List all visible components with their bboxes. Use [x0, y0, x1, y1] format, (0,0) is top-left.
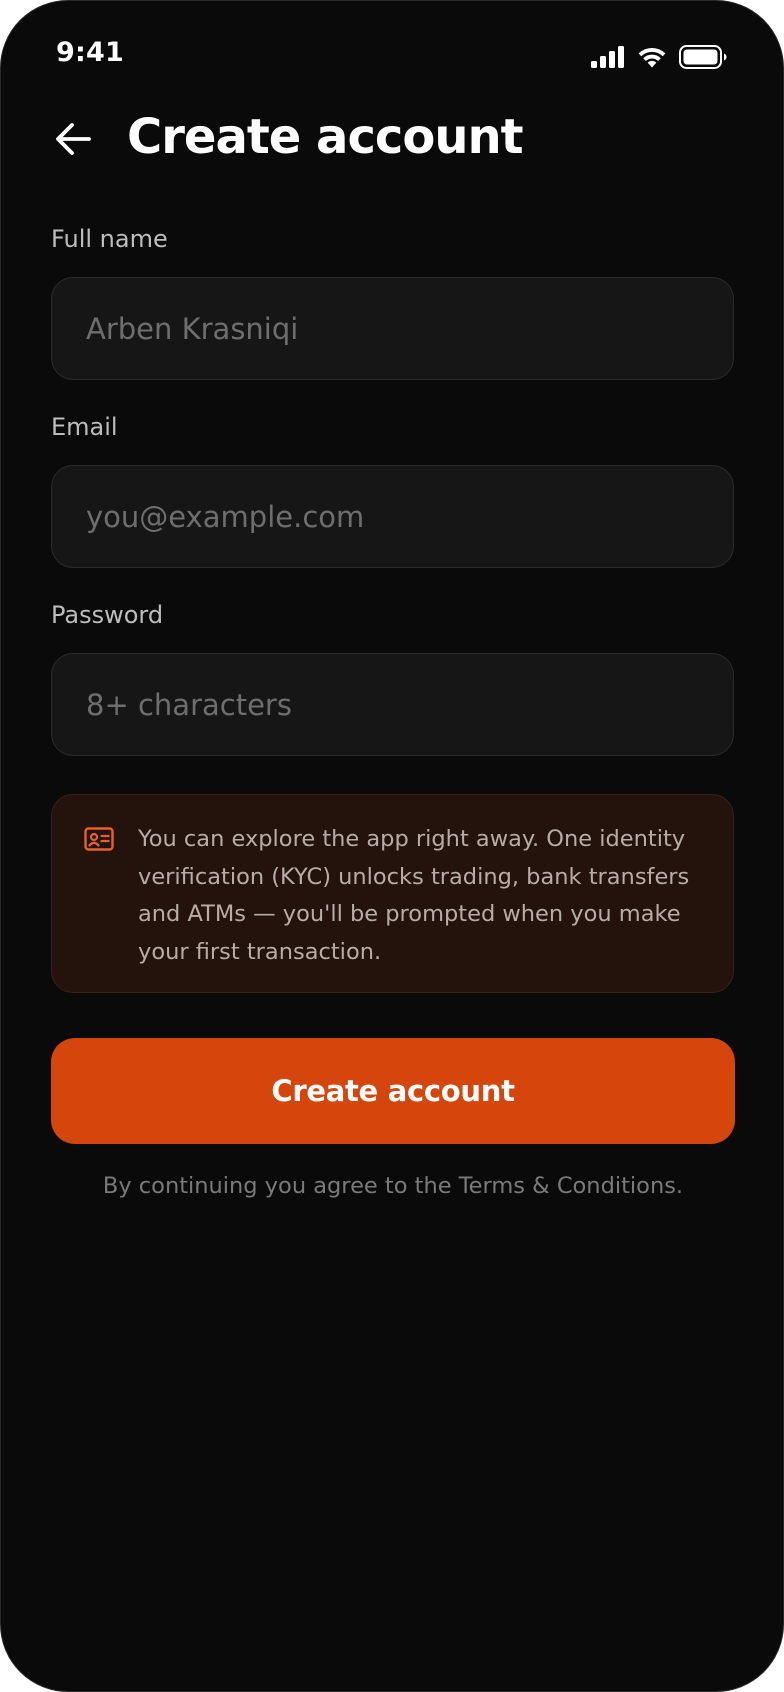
kyc-info-box: You can explore the app right away. One … [51, 794, 734, 993]
email-field[interactable] [51, 465, 734, 568]
header: Create account [1, 101, 783, 181]
full-name-label: Full name [51, 225, 168, 253]
status-time: 9:41 [56, 37, 124, 68]
terms-text: By continuing you agree to the Terms & C… [102, 1173, 684, 1199]
email-input[interactable] [52, 466, 733, 567]
back-button[interactable] [47, 115, 99, 167]
full-name-field[interactable] [51, 277, 734, 380]
full-name-input[interactable] [52, 278, 733, 379]
battery-icon [679, 45, 727, 69]
kyc-info-text: You can explore the app right away. One … [138, 826, 690, 965]
wifi-icon [637, 46, 667, 68]
page-title: Create account [127, 109, 524, 165]
status-icons [591, 43, 727, 71]
password-label: Password [51, 601, 164, 629]
phone-screen: 9:41 Create account Full name Arben Kras… [0, 0, 784, 1692]
password-field[interactable] [51, 653, 734, 756]
id-card-icon [84, 827, 114, 853]
arrow-left-icon [54, 121, 92, 161]
password-input[interactable] [52, 654, 733, 755]
create-account-button[interactable]: Create account [51, 1038, 735, 1144]
status-bar: 9:41 [1, 1, 783, 101]
email-label: Email [51, 413, 118, 441]
cellular-signal-icon [591, 46, 625, 68]
